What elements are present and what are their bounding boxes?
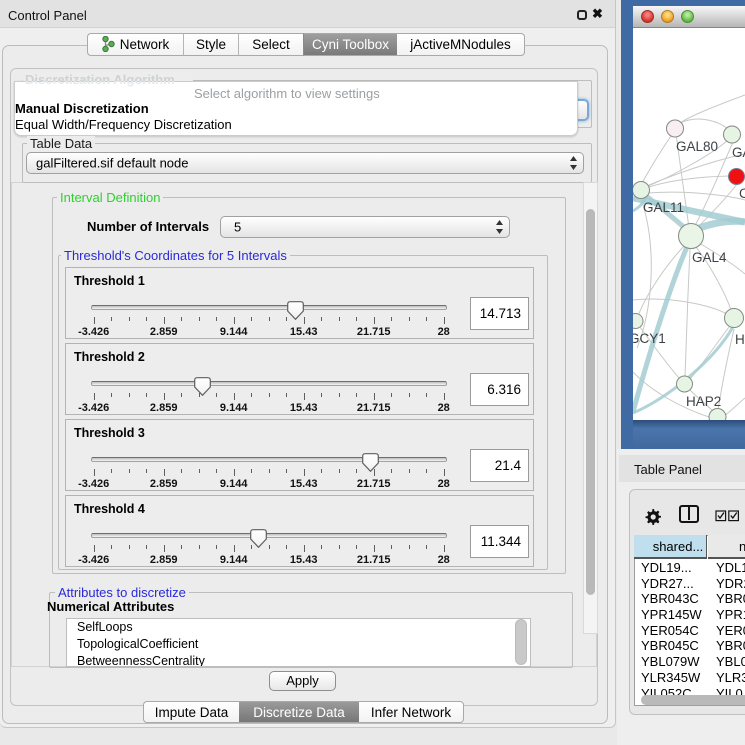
svg-text:GA: GA xyxy=(732,145,745,160)
svg-text:GAL11: GAL11 xyxy=(643,200,684,215)
svg-text:C: C xyxy=(739,186,745,201)
svg-text:HAP2: HAP2 xyxy=(686,394,721,409)
svg-text:GAL80: GAL80 xyxy=(676,139,718,154)
svg-text:GAL4: GAL4 xyxy=(692,250,727,265)
svg-text:GCY1: GCY1 xyxy=(633,331,666,346)
svg-text:H: H xyxy=(735,332,745,347)
